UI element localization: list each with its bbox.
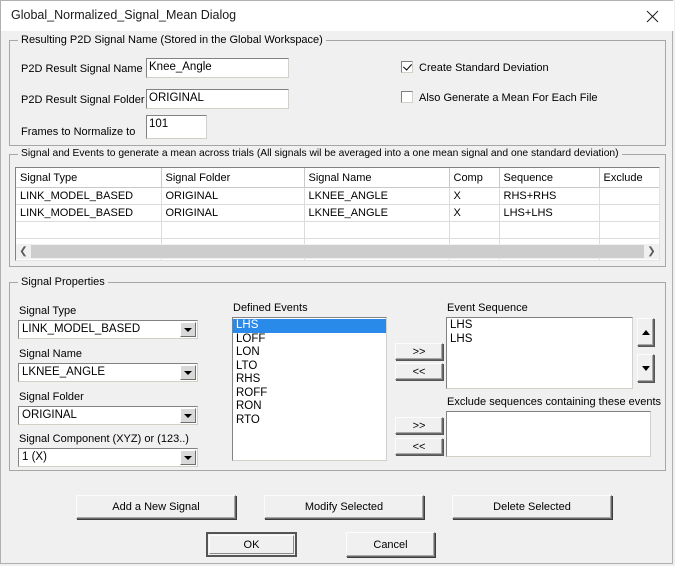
title-bar: Global_Normalized_Signal_Mean Dialog — [1, 1, 674, 31]
dialog-window: Global_Normalized_Signal_Mean Dialog Res… — [0, 0, 674, 564]
cell-signal-folder: ORIGINAL — [161, 187, 305, 205]
event-sequence-label: Event Sequence — [447, 302, 528, 314]
also-generate-mean-checkbox[interactable]: Also Generate a Mean For Each File — [401, 91, 598, 104]
signal-folder-combo[interactable]: ORIGINAL — [18, 406, 198, 425]
cell-signal-name: LKNEE_ANGLE — [304, 187, 450, 205]
column-header-exclude[interactable]: Exclude — [599, 168, 659, 188]
p2d-result-signal-name-label: P2D Result Signal Name — [21, 63, 143, 75]
signal-folder-label: Signal Folder — [19, 391, 84, 403]
cell-exclude — [599, 187, 659, 205]
cell-empty — [599, 221, 659, 239]
chevron-left-icon[interactable]: ❮ — [16, 244, 31, 259]
table-row[interactable] — [16, 221, 659, 239]
chevron-down-icon[interactable] — [180, 322, 196, 337]
column-header-signal-folder[interactable]: Signal Folder — [161, 168, 305, 188]
ok-button-inner-border — [209, 535, 294, 554]
chevron-down-icon[interactable] — [180, 450, 196, 465]
close-button[interactable] — [630, 1, 674, 30]
cell-sequence: LHS+LHS — [499, 204, 600, 222]
list-item[interactable]: LHS — [447, 319, 632, 333]
cell-exclude — [599, 204, 659, 222]
also-generate-mean-label: Also Generate a Mean For Each File — [419, 92, 598, 104]
cell-empty — [161, 221, 305, 239]
chevron-down-icon[interactable] — [180, 365, 196, 380]
window-title: Global_Normalized_Signal_Mean Dialog — [11, 8, 237, 22]
exclude-sequences-label: Exclude sequences containing these event… — [447, 396, 662, 408]
close-icon — [646, 10, 659, 23]
cell-signal-name: LKNEE_ANGLE — [304, 204, 450, 222]
cell-empty — [304, 221, 450, 239]
create-standard-deviation-label: Create Standard Deviation — [419, 62, 549, 74]
cell-signal-folder: ORIGINAL — [161, 204, 305, 222]
ok-button[interactable]: OK — [206, 532, 297, 557]
checkbox-box-unchecked — [401, 91, 413, 103]
list-item[interactable]: RON — [233, 400, 386, 414]
triangle-up-icon — [641, 329, 650, 335]
cell-signal-type: LINK_MODEL_BASED — [16, 204, 162, 222]
list-item[interactable]: LON — [233, 346, 386, 360]
cell-empty — [449, 221, 500, 239]
defined-events-listbox[interactable]: LHS LOFF LON LTO RHS ROFF RON RTO — [232, 317, 387, 461]
cell-signal-type: LINK_MODEL_BASED — [16, 187, 162, 205]
signal-properties-group-title: Signal Properties — [18, 276, 108, 288]
column-header-sequence[interactable]: Sequence — [499, 168, 600, 188]
modify-selected-button[interactable]: Modify Selected — [264, 495, 424, 519]
p2d-result-signal-folder-input[interactable]: ORIGINAL — [146, 89, 289, 109]
list-item[interactable]: LOFF — [233, 333, 386, 347]
scroll-up-button[interactable] — [637, 318, 654, 346]
cancel-button[interactable]: Cancel — [346, 532, 435, 557]
cell-sequence: RHS+RHS — [499, 187, 600, 205]
checkbox-box-checked — [401, 61, 413, 73]
signal-name-label: Signal Name — [19, 348, 82, 360]
signal-events-group-title: Signal and Events to generate a mean acr… — [18, 148, 622, 160]
column-header-signal-name[interactable]: Signal Name — [304, 168, 450, 188]
signal-name-value: LKNEE_ANGLE — [22, 366, 106, 378]
chevron-down-icon[interactable] — [180, 408, 196, 423]
signal-component-value: 1 (X) — [22, 451, 47, 463]
add-to-sequence-button[interactable]: >> — [395, 343, 443, 360]
list-item[interactable]: LHS — [447, 333, 632, 347]
column-header-signal-type[interactable]: Signal Type — [16, 168, 162, 188]
chevron-right-icon[interactable]: ❯ — [644, 244, 659, 259]
remove-from-exclude-button[interactable]: << — [395, 438, 443, 455]
p2d-result-signal-name-input[interactable]: Knee_Angle — [146, 58, 289, 78]
signal-folder-value: ORIGINAL — [22, 409, 77, 421]
column-header-comp[interactable]: Comp — [449, 168, 500, 188]
resulting-signal-group-title: Resulting P2D Signal Name (Stored in the… — [18, 34, 326, 46]
list-item[interactable]: ROFF — [233, 387, 386, 401]
create-standard-deviation-checkbox[interactable]: Create Standard Deviation — [401, 61, 549, 74]
scrollbar-thumb[interactable] — [31, 245, 644, 258]
cell-comp: X — [449, 187, 500, 205]
exclude-sequences-listbox[interactable] — [446, 411, 651, 457]
scroll-down-button[interactable] — [637, 354, 654, 382]
signal-type-label: Signal Type — [19, 305, 77, 317]
signal-component-combo[interactable]: 1 (X) — [18, 448, 198, 467]
signal-type-combo[interactable]: LINK_MODEL_BASED — [18, 320, 198, 339]
list-item[interactable]: RHS — [233, 373, 386, 387]
cell-comp: X — [449, 204, 500, 222]
signal-type-value: LINK_MODEL_BASED — [22, 323, 141, 335]
cell-empty — [16, 221, 162, 239]
triangle-down-icon — [641, 365, 650, 371]
signal-component-label: Signal Component (XYZ) or (123..) — [19, 433, 189, 445]
defined-events-label: Defined Events — [233, 302, 308, 314]
signal-name-combo[interactable]: LKNEE_ANGLE — [18, 363, 198, 382]
remove-from-sequence-button[interactable]: << — [395, 363, 443, 380]
frames-to-normalize-label: Frames to Normalize to — [21, 126, 136, 138]
table-header-row: Signal Type Signal Folder Signal Name Co… — [16, 168, 659, 188]
event-sequence-listbox[interactable]: LHS LHS — [446, 317, 633, 389]
table-horizontal-scrollbar[interactable]: ❮ ❯ — [16, 244, 659, 259]
list-item[interactable]: LTO — [233, 360, 386, 374]
add-to-exclude-button[interactable]: >> — [395, 417, 443, 434]
delete-selected-button[interactable]: Delete Selected — [452, 495, 612, 519]
frames-to-normalize-input[interactable]: 101 — [146, 115, 207, 139]
add-a-new-signal-button[interactable]: Add a New Signal — [76, 495, 236, 519]
list-item[interactable]: LHS — [233, 319, 386, 333]
p2d-result-signal-folder-label: P2D Result Signal Folder — [21, 94, 145, 106]
table-row[interactable]: LINK_MODEL_BASED ORIGINAL LKNEE_ANGLE X … — [16, 187, 659, 205]
cell-empty — [499, 221, 600, 239]
list-item[interactable]: RTO — [233, 414, 386, 428]
table-row[interactable]: LINK_MODEL_BASED ORIGINAL LKNEE_ANGLE X … — [16, 204, 659, 222]
